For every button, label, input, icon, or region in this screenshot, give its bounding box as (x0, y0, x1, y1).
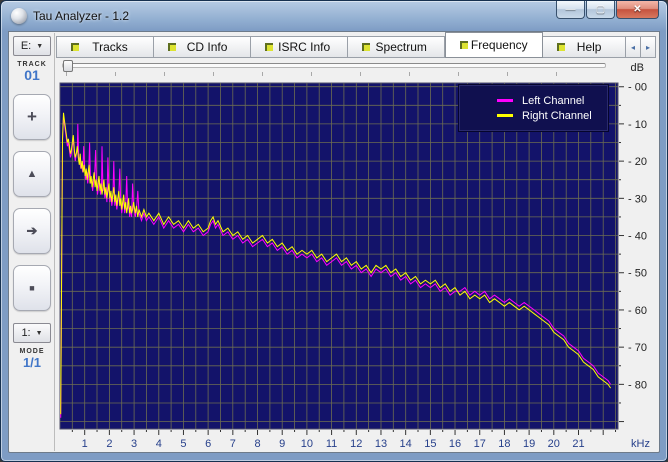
drive-select-value: E: (20, 40, 32, 52)
svg-text:13: 13 (375, 438, 387, 450)
next-button[interactable]: ➔ (13, 208, 51, 254)
chevron-down-icon: ▼ (35, 329, 43, 337)
sidebar: E: ▼ TRACK 01 + ▲ ➔ ■ 1: ▼ MODE 1/1 (10, 33, 55, 451)
legend-item-left-channel: Left Channel (497, 95, 608, 107)
eject-icon: ▲ (26, 168, 38, 180)
arrow-right-icon: ▸ (645, 42, 650, 52)
svg-text:17: 17 (474, 438, 486, 450)
svg-text:- 50: - 50 (628, 268, 647, 280)
svg-text:6: 6 (205, 438, 211, 450)
svg-text:- 10: - 10 (628, 119, 647, 131)
svg-text:14: 14 (400, 438, 412, 450)
legend-line-icon (497, 99, 513, 102)
track-number: 01 (24, 67, 40, 83)
svg-text:16: 16 (449, 438, 461, 450)
legend-item-right-channel: Right Channel (497, 110, 608, 122)
window-title: Tau Analyzer - 1.2 (33, 9, 130, 23)
eject-button[interactable]: ▲ (13, 151, 51, 197)
chevron-down-icon: ▼ (36, 42, 44, 50)
arrow-left-icon: ◂ (630, 42, 635, 52)
chart-legend: Left Channel Right Channel (458, 84, 609, 132)
svg-text:11: 11 (326, 438, 337, 450)
tab-led-icon (265, 43, 274, 51)
mode-select-value: 1: (21, 327, 31, 339)
maximize-button[interactable]: ▢ (586, 1, 615, 19)
svg-text:10: 10 (301, 438, 313, 450)
svg-text:- 30: - 30 (628, 193, 647, 205)
plus-button[interactable]: + (13, 94, 51, 140)
app-window: Tau Analyzer - 1.2 — ▢ ✕ E: ▼ TRACK 01 +… (0, 0, 668, 462)
mode-value: 1/1 (22, 355, 42, 370)
svg-text:- 20: - 20 (628, 156, 647, 168)
tab-strip: Tracks CD Info ISRC Info Spectrum Freque… (56, 32, 656, 58)
y-axis-unit-label: dB (630, 62, 644, 74)
zoom-slider-thumb[interactable] (63, 60, 73, 72)
svg-text:15: 15 (424, 438, 436, 450)
svg-text:- 70: - 70 (628, 342, 647, 354)
tab-scroll-left-button[interactable]: ◂ (625, 36, 641, 58)
client-area: E: ▼ TRACK 01 + ▲ ➔ ■ 1: ▼ MODE 1/1 Trac… (8, 31, 660, 453)
tab-led-icon (362, 43, 371, 51)
mode-label: MODE (19, 348, 45, 355)
svg-text:21: 21 (572, 438, 584, 450)
minimize-button[interactable]: — (556, 1, 585, 19)
svg-text:- 00: - 00 (628, 82, 647, 94)
tab-led-icon (460, 41, 469, 49)
mode-select[interactable]: 1: ▼ (13, 323, 51, 343)
tab-tracks[interactable]: Tracks (56, 36, 155, 58)
svg-text:1: 1 (82, 438, 88, 450)
tab-cd-info[interactable]: CD Info (154, 36, 252, 58)
tab-help[interactable]: Help (543, 36, 626, 58)
svg-text:- 80: - 80 (628, 379, 647, 391)
tab-spectrum[interactable]: Spectrum (348, 36, 446, 58)
close-button[interactable]: ✕ (616, 1, 659, 19)
stop-icon: ■ (29, 283, 35, 293)
zoom-slider[interactable] (62, 60, 606, 72)
drive-select[interactable]: E: ▼ (13, 36, 51, 56)
svg-text:12: 12 (350, 438, 362, 450)
tab-led-icon (71, 43, 79, 51)
svg-text:7: 7 (230, 438, 236, 450)
chart-canvas: 1 2 3 4 5 6 7 8 9 10 11 12 13 14 15 16 17 18 19 20 21 kHz- 00… (59, 82, 650, 450)
title-bar[interactable]: Tau Analyzer - 1.2 — ▢ ✕ (1, 1, 667, 31)
zoom-slider-row: dB (56, 59, 658, 79)
app-icon (11, 8, 27, 24)
svg-text:- 40: - 40 (628, 231, 647, 243)
stop-button[interactable]: ■ (13, 265, 51, 311)
svg-text:19: 19 (523, 438, 535, 450)
tab-led-icon (557, 43, 566, 51)
tab-led-icon (168, 43, 177, 51)
tab-frequency[interactable]: Frequency (445, 32, 544, 58)
legend-line-icon (497, 114, 513, 117)
svg-text:- 60: - 60 (628, 305, 647, 317)
svg-text:kHz: kHz (631, 438, 650, 450)
svg-text:20: 20 (548, 438, 560, 450)
svg-text:18: 18 (498, 438, 510, 450)
arrow-right-icon: ➔ (26, 223, 38, 238)
frequency-chart: 1 2 3 4 5 6 7 8 9 10 11 12 13 14 15 16 17 18 19 20 21 kHz - 00… (56, 79, 658, 451)
svg-text:4: 4 (156, 438, 162, 450)
tab-isrc-info[interactable]: ISRC Info (251, 36, 349, 58)
plus-icon: + (27, 107, 37, 126)
tab-scroll-right-button[interactable]: ▸ (640, 36, 656, 58)
svg-text:8: 8 (254, 438, 260, 450)
svg-text:3: 3 (131, 438, 137, 450)
svg-text:2: 2 (106, 438, 112, 450)
slider-ticks (66, 72, 602, 76)
svg-text:9: 9 (279, 438, 285, 450)
svg-text:5: 5 (180, 438, 186, 450)
